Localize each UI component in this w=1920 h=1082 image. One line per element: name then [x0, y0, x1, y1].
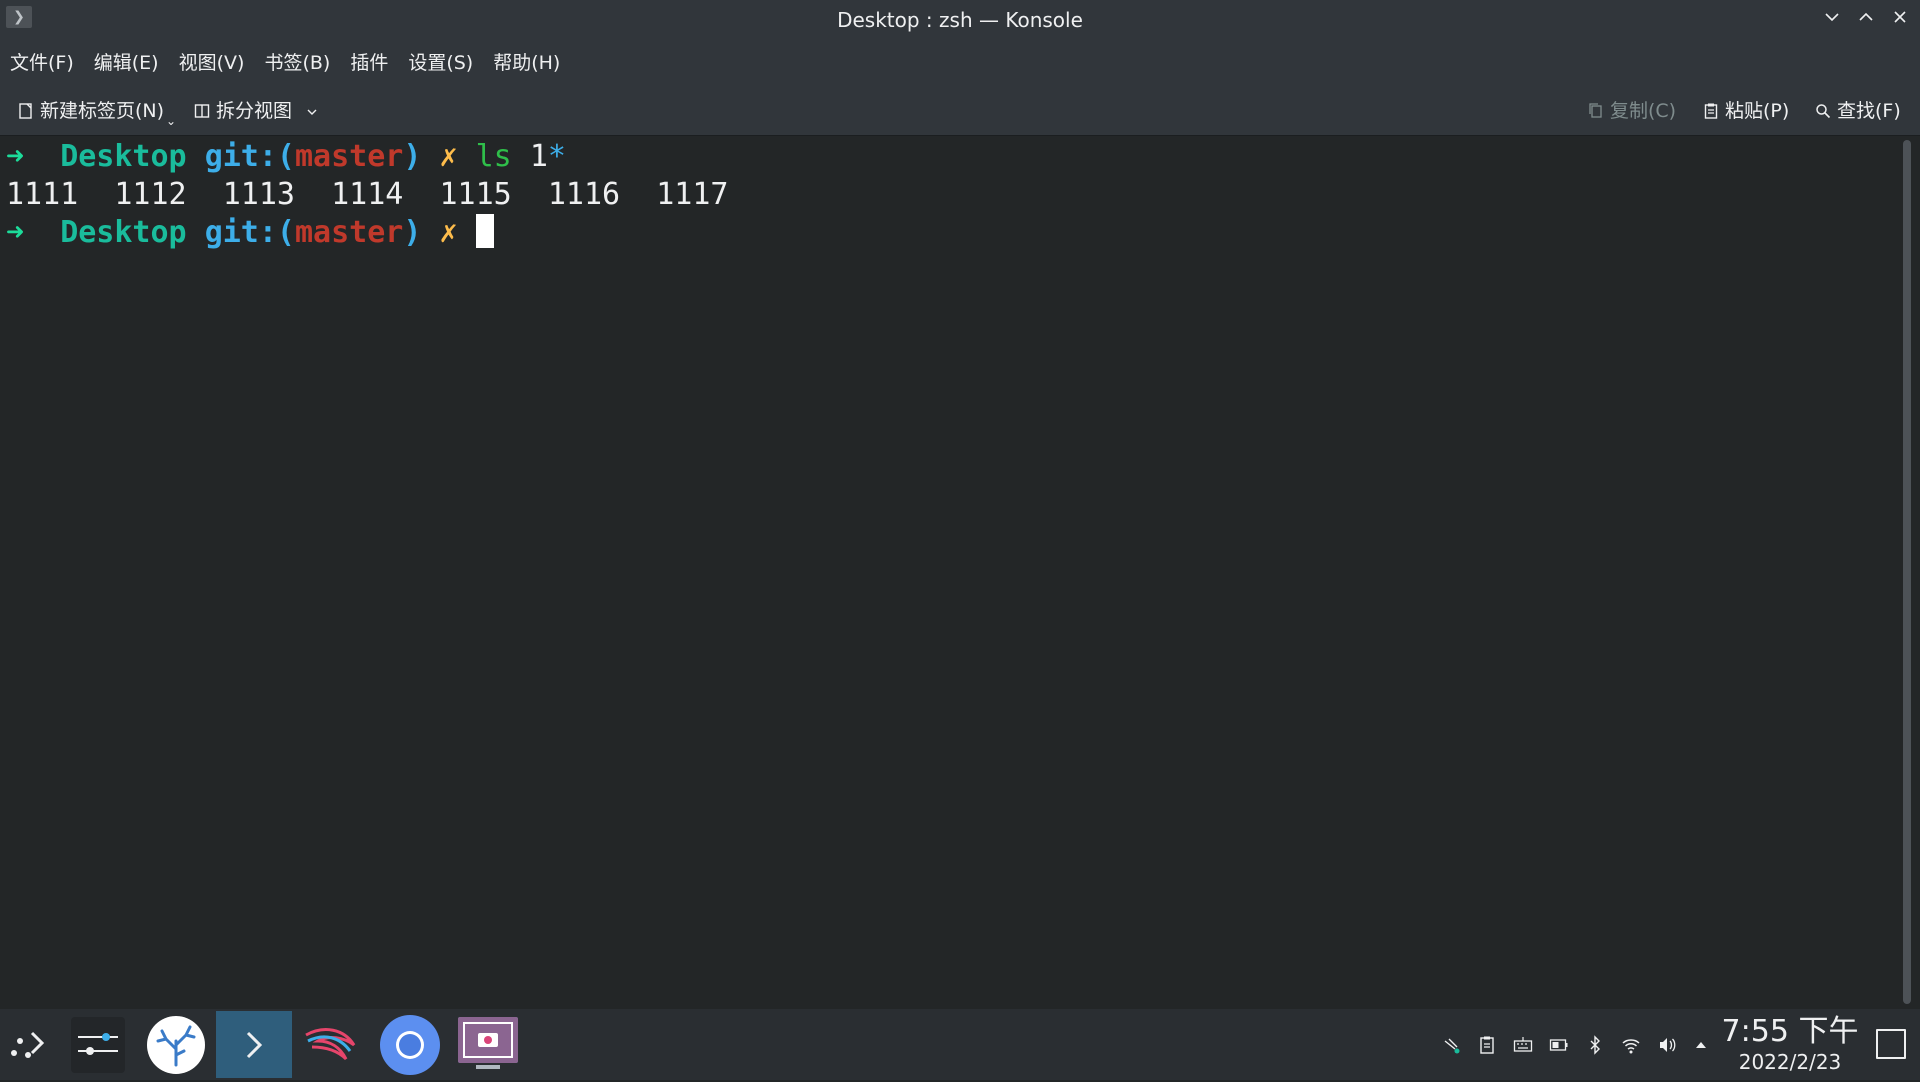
terminal-view[interactable]: ➜ Desktop git:(master) ✗ ls 1* 1111 1112…: [0, 136, 1900, 1009]
prompt-arrow: ➜: [6, 215, 25, 250]
chromium-icon[interactable]: [372, 1011, 448, 1078]
prompt-branch: master: [295, 139, 404, 174]
prompt-directory: Desktop: [60, 139, 187, 174]
split-view-icon: [194, 98, 210, 118]
paste-icon: [1703, 98, 1719, 119]
prompt-branch: master: [295, 215, 404, 250]
terminal-output-line: 1111 1112 1113 1114 1115 1116 1117: [6, 177, 729, 212]
clock-date[interactable]: 2022/2/23: [1720, 1051, 1860, 1073]
clipboard-icon[interactable]: [1477, 1035, 1497, 1055]
new-tab-dropdown-icon[interactable]: ⌄: [166, 114, 176, 128]
menu-edit[interactable]: 编辑(E): [84, 40, 169, 87]
prompt-git-close: ): [403, 215, 422, 250]
title-bar: ❯ Desktop : zsh — Konsole: [0, 0, 1920, 40]
command-name: ls: [475, 139, 512, 174]
window-title: Desktop : zsh — Konsole: [837, 8, 1083, 32]
paste-button[interactable]: 粘贴(P): [1703, 95, 1789, 127]
maximize-icon[interactable]: [1853, 8, 1879, 32]
new-tab-icon: [18, 98, 34, 119]
new-tab-button[interactable]: 新建标签页(N) ⌄: [18, 95, 176, 128]
command-glob: *: [547, 139, 566, 174]
konsole-icon[interactable]: [216, 1011, 292, 1078]
terminal-scrollbar[interactable]: [1903, 140, 1911, 1004]
network-activity-icon[interactable]: [1441, 1035, 1461, 1055]
prompt-git-label: git:(: [204, 215, 295, 250]
paste-label: 粘贴(P): [1725, 100, 1790, 122]
screenshot-tool-icon[interactable]: [450, 1011, 526, 1078]
volume-icon[interactable]: [1657, 1035, 1677, 1055]
menu-settings[interactable]: 设置(S): [398, 40, 483, 87]
show-desktop-button[interactable]: [1876, 1029, 1906, 1059]
copy-button[interactable]: 复制(C): [1588, 95, 1676, 127]
split-view-button[interactable]: 拆分视图: [194, 95, 318, 127]
prompt-git-close: ): [403, 139, 422, 174]
battery-icon[interactable]: [1549, 1035, 1569, 1055]
taskbar: 7:55 下午 2022/2/23: [0, 1009, 1920, 1080]
menu-file[interactable]: 文件(F): [0, 40, 84, 87]
copy-label: 复制(C): [1610, 100, 1677, 122]
split-view-label: 拆分视图: [216, 100, 293, 122]
search-icon: [1815, 98, 1831, 119]
keyboard-icon[interactable]: [1513, 1035, 1533, 1055]
close-icon[interactable]: [1887, 8, 1913, 32]
prompt-directory: Desktop: [60, 215, 187, 250]
system-settings-icon[interactable]: [60, 1011, 136, 1078]
konsole-window: ❯ Desktop : zsh — Konsole 文件(F) 编辑(E) 视图(V…: [0, 0, 1920, 1009]
bluetooth-icon[interactable]: [1585, 1035, 1605, 1055]
wifi-icon[interactable]: [1621, 1035, 1641, 1055]
coral-app-icon[interactable]: [138, 1011, 214, 1078]
menu-help[interactable]: 帮助(H): [483, 40, 570, 87]
clock-time[interactable]: 7:55 下午: [1720, 1015, 1860, 1049]
menu-plugins[interactable]: 插件: [340, 40, 398, 87]
terminal-prompt-line: ➜ Desktop git:(master) ✗ ls 1*: [6, 138, 566, 176]
chevron-down-icon: [306, 100, 318, 122]
find-button[interactable]: 查找(F): [1815, 95, 1901, 127]
prompt-arrow: ➜: [6, 139, 25, 174]
kali-dragon-icon[interactable]: [294, 1011, 370, 1078]
minimize-icon[interactable]: [1819, 8, 1845, 32]
prompt-dirty-marker: ✗: [439, 215, 458, 250]
toolbar: 新建标签页(N) ⌄ 拆分视图 复制(C) 粘贴(P) 查找(F): [0, 87, 1920, 136]
copy-icon: [1588, 98, 1604, 118]
find-label: 查找(F): [1837, 100, 1901, 122]
menu-view[interactable]: 视图(V): [169, 40, 255, 87]
command-argument: 1: [529, 139, 548, 174]
new-tab-label: 新建标签页(N): [40, 100, 165, 122]
menu-bookmarks[interactable]: 书签(B): [254, 40, 340, 87]
prompt-dirty-marker: ✗: [439, 139, 458, 174]
terminal-current-prompt: ➜ Desktop git:(master) ✗: [6, 214, 494, 252]
tray-expand-icon[interactable]: [1691, 1035, 1711, 1055]
terminal-cursor: [475, 214, 494, 248]
prompt-git-label: git:(: [204, 139, 295, 174]
menu-bar: 文件(F) 编辑(E) 视图(V) 书签(B) 插件 设置(S) 帮助(H): [0, 40, 1920, 87]
